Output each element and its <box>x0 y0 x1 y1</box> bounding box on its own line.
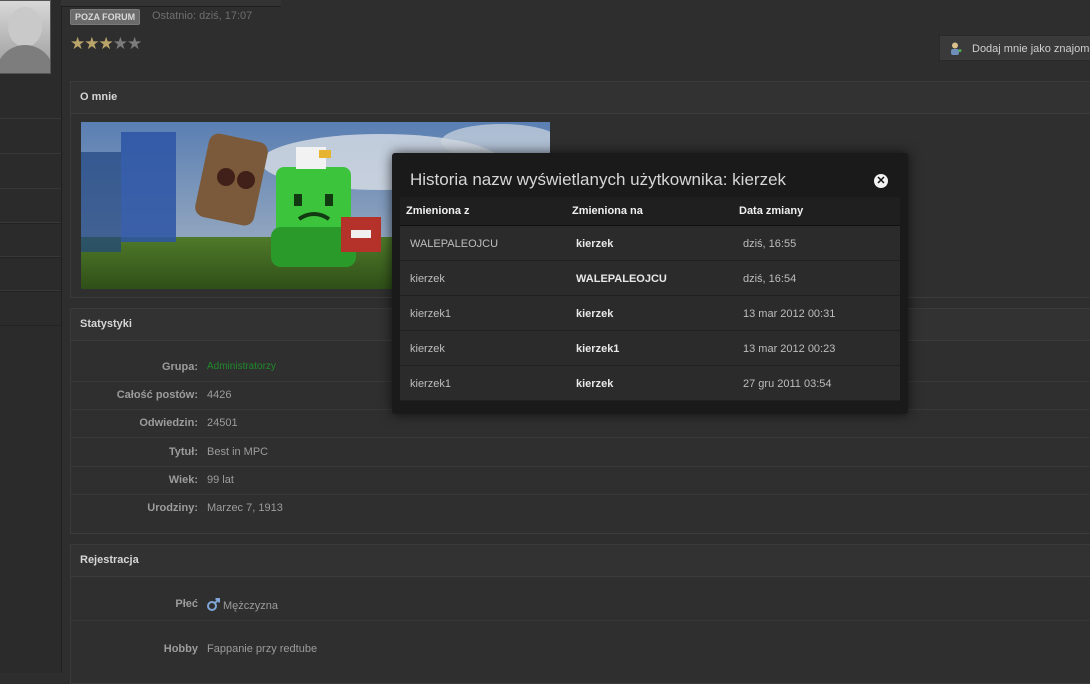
registration-value: Fappanie przy redtube <box>207 643 318 655</box>
star-icon: ★ <box>84 34 99 53</box>
changed-from: WALEPALEOJCU <box>410 238 499 250</box>
sidebar-item[interactable] <box>0 222 61 258</box>
stats-value: Marzec 7, 1913 <box>207 502 283 514</box>
changed-from: kierzek1 <box>410 308 451 320</box>
changed-from: kierzek <box>410 343 445 355</box>
stats-label: Tytuł: <box>168 446 198 458</box>
star-icon: ★ <box>112 34 128 53</box>
changed-to: kierzek <box>576 238 614 250</box>
registration-value: Mężczyzna <box>207 598 278 612</box>
stats-label: Grupa: <box>161 361 198 373</box>
registration-row: Hobby Fappanie przy redtube <box>71 635 1090 663</box>
modal-title: Historia nazw wyświetlanych użytkownika:… <box>410 170 787 189</box>
changed-from: kierzek <box>410 273 445 285</box>
stats-row: Urodziny: Marzec 7, 1913 <box>71 494 1090 522</box>
stats-label: Wiek: <box>168 474 198 486</box>
sidebar-item[interactable] <box>0 256 61 292</box>
column-header: Zmieniona z <box>406 205 470 217</box>
gender-value: Mężczyzna <box>223 600 279 612</box>
male-icon <box>207 598 220 611</box>
changed-to: kierzek <box>576 308 614 320</box>
close-icon[interactable]: ✕ <box>874 174 888 188</box>
registration-label: Hobby <box>163 643 198 655</box>
registration-panel: Rejestracja Płeć Mężczyzna Hobby Fappani… <box>70 544 1090 684</box>
sidebar-item[interactable] <box>0 118 61 154</box>
name-history-modal: Historia nazw wyświetlanych użytkownika:… <box>392 153 908 414</box>
stats-value: 4426 <box>207 389 232 401</box>
stats-label: Odwiedzin: <box>139 417 198 429</box>
change-date: 13 mar 2012 00:23 <box>743 343 836 355</box>
table-row: kierzek WALEPALEOJCU dziś, 16:54 <box>400 261 900 296</box>
star-icon: ★ <box>127 34 142 53</box>
sidebar-item[interactable]: ) <box>0 153 61 189</box>
status-badge: POZA FORUM <box>70 9 141 25</box>
change-date: dziś, 16:55 <box>743 238 797 250</box>
registration-title: Rejestracja <box>71 545 1090 577</box>
add-user-icon <box>951 42 962 55</box>
table-row: kierzek1 kierzek 13 mar 2012 00:31 <box>400 296 900 331</box>
last-seen-text: Ostatnio: dziś, 17:07 <box>152 10 253 22</box>
stats-value: 99 lat <box>207 474 234 486</box>
profile-header-bar <box>61 0 281 7</box>
star-icon: ★ <box>98 34 114 53</box>
sidebar-item[interactable] <box>0 188 61 224</box>
change-date: dziś, 16:54 <box>743 273 797 285</box>
star-icon: ★ <box>70 34 85 53</box>
stats-label: Urodziny: <box>147 502 198 514</box>
table-row: WALEPALEOJCU kierzek dziś, 16:55 <box>400 226 900 261</box>
sidebar-item[interactable] <box>0 290 61 326</box>
column-header: Zmieniona na <box>572 205 643 217</box>
add-friend-button[interactable]: Dodaj mnie jako znajome <box>939 35 1090 61</box>
changed-to: kierzek1 <box>576 343 620 355</box>
stats-value[interactable]: Administratorzy <box>207 361 276 372</box>
name-history-table: Zmieniona z Zmieniona na Data zmiany WAL… <box>400 197 900 401</box>
table-row: kierzek kierzek1 13 mar 2012 00:23 <box>400 331 900 366</box>
stats-label: Całość postów: <box>116 389 198 401</box>
column-header: Data zmiany <box>739 205 804 217</box>
change-date: 27 gru 2011 03:54 <box>743 378 832 390</box>
avatar[interactable] <box>0 0 51 74</box>
registration-row: Płeć Mężczyzna <box>71 590 1090 621</box>
stats-value: 24501 <box>207 417 238 429</box>
table-row: kierzek1 kierzek 27 gru 2011 03:54 <box>400 366 900 401</box>
add-friend-label: Dodaj mnie jako znajome <box>972 43 1090 55</box>
changed-to: kierzek <box>576 378 614 390</box>
about-title: O mnie <box>71 82 1090 114</box>
change-date: 13 mar 2012 00:31 <box>743 308 836 320</box>
sidebar: ) <box>0 0 62 673</box>
changed-from: kierzek1 <box>410 378 451 390</box>
changed-to: WALEPALEOJCU <box>576 273 667 285</box>
stats-value: Best in MPC <box>207 446 269 458</box>
reputation-stars: ★★★★★ <box>70 34 142 54</box>
table-header: Zmieniona z Zmieniona na Data zmiany <box>400 197 900 226</box>
stats-row: Wiek: 99 lat <box>71 466 1090 495</box>
registration-label: Płeć <box>175 598 198 610</box>
stats-row: Tytuł: Best in MPC <box>71 438 1090 467</box>
